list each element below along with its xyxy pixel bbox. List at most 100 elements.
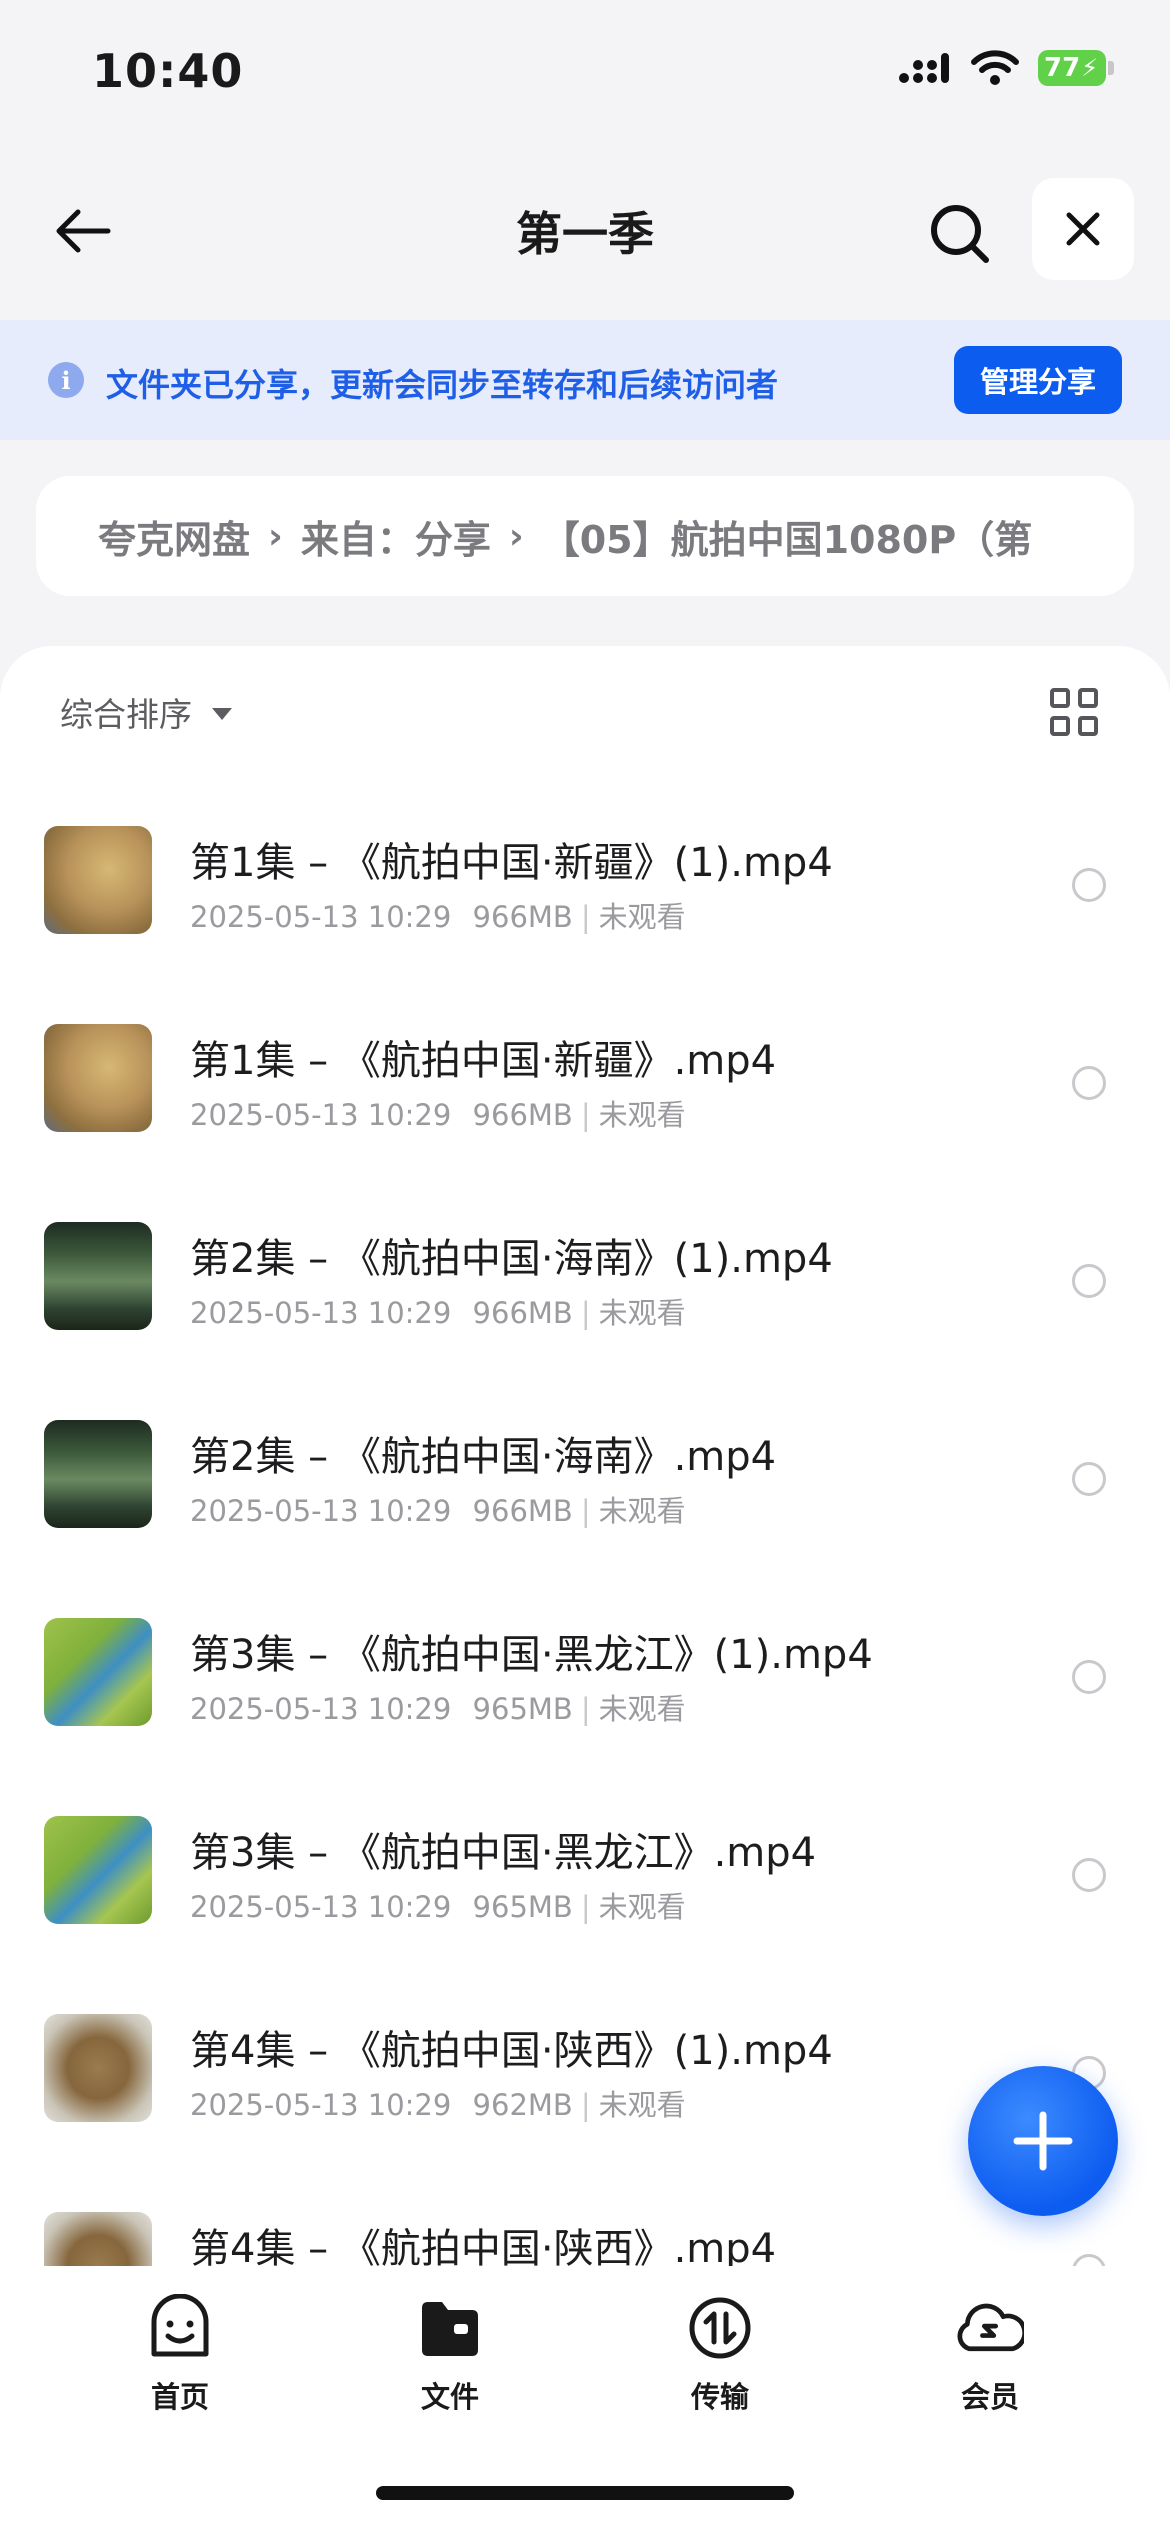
select-checkbox[interactable]	[1072, 1660, 1106, 1694]
battery-level: 77 ⚡	[1038, 50, 1106, 86]
file-row[interactable]: 第1集 – 《航拍中国·新疆》(1).mp4 2025-05-13 10:29 …	[0, 786, 1170, 984]
file-meta: 2025-05-13 10:29 966MB | 未观看	[190, 1092, 686, 1134]
file-row[interactable]: 第1集 – 《航拍中国·新疆》.mp4 2025-05-13 10:29 966…	[0, 984, 1170, 1182]
file-size: 966MB	[472, 1494, 573, 1528]
video-thumbnail	[44, 2212, 152, 2266]
grid-view-button[interactable]	[1050, 688, 1098, 736]
meta-divider: |	[580, 1098, 591, 1132]
tab-member[interactable]: 会员	[890, 2294, 1090, 2414]
meta-divider: |	[580, 1692, 591, 1726]
tab-files[interactable]: 文件	[350, 2294, 550, 2414]
file-meta: 2025-05-13 10:29 966MB | 未观看	[190, 1488, 686, 1530]
grid-view-icon	[1050, 688, 1070, 708]
select-checkbox[interactable]	[1072, 1066, 1106, 1100]
meta-divider: |	[580, 2088, 591, 2122]
chevron-right-icon: ›	[268, 515, 283, 557]
file-date: 2025-05-13 10:29	[190, 1692, 452, 1726]
tab-transfer-label: 传输	[690, 2380, 749, 2414]
share-banner: i 文件夹已分享，更新会同步至转存和后续访问者 管理分享	[0, 320, 1170, 440]
tab-transfer[interactable]: 传输	[620, 2294, 820, 2414]
breadcrumb-item-shared[interactable]: 来自：分享	[301, 509, 491, 564]
file-size: 965MB	[472, 1890, 573, 1924]
cloud-member-icon	[956, 2294, 1024, 2362]
watch-status: 未观看	[598, 1692, 686, 1726]
breadcrumb-item-folder[interactable]: 【05】航拍中国1080P（第	[542, 509, 1033, 564]
watch-status: 未观看	[598, 900, 686, 934]
info-icon: i	[48, 362, 84, 398]
cellular-signal-icon	[899, 53, 949, 83]
file-name: 第3集 – 《航拍中国·黑龙江》.mp4	[190, 1830, 817, 1876]
tab-home-label: 首页	[150, 2380, 209, 2414]
file-row[interactable]: 第3集 – 《航拍中国·黑龙江》(1).mp4 2025-05-13 10:29…	[0, 1578, 1170, 1776]
video-thumbnail	[44, 1024, 152, 1132]
file-date: 2025-05-13 10:29	[190, 1494, 452, 1528]
file-date: 2025-05-13 10:29	[190, 2088, 452, 2122]
select-checkbox[interactable]	[1072, 868, 1106, 902]
tab-files-label: 文件	[420, 2380, 479, 2414]
add-button[interactable]	[968, 2066, 1118, 2216]
file-name: 第2集 – 《航拍中国·海南》.mp4	[190, 1434, 777, 1480]
meta-divider: |	[580, 900, 591, 934]
video-thumbnail	[44, 1222, 152, 1330]
close-icon	[1066, 212, 1100, 246]
tab-member-label: 会员	[960, 2380, 1019, 2414]
video-thumbnail	[44, 826, 152, 934]
meta-divider: |	[580, 1296, 591, 1330]
search-button[interactable]	[920, 194, 1000, 274]
file-meta: 2025-05-13 10:29 966MB | 未观看	[190, 894, 686, 936]
video-thumbnail	[44, 1816, 152, 1924]
select-checkbox[interactable]	[1072, 1264, 1106, 1298]
home-indicator	[376, 2486, 794, 2500]
file-list: 第1集 – 《航拍中国·新疆》(1).mp4 2025-05-13 10:29 …	[0, 786, 1170, 2266]
close-button[interactable]	[1032, 178, 1134, 280]
file-row[interactable]: 第2集 – 《航拍中国·海南》.mp4 2025-05-13 10:29 966…	[0, 1380, 1170, 1578]
share-banner-text: 文件夹已分享，更新会同步至转存和后续访问者	[106, 366, 779, 404]
file-date: 2025-05-13 10:29	[190, 1296, 452, 1330]
video-thumbnail	[44, 2014, 152, 2122]
file-date: 2025-05-13 10:29	[190, 1098, 452, 1132]
file-size: 965MB	[472, 1692, 573, 1726]
smile-face-icon	[146, 2294, 214, 2362]
breadcrumb-item-root[interactable]: 夸克网盘	[98, 509, 250, 564]
battery-indicator: 77 ⚡	[1038, 50, 1114, 86]
status-icons: 77 ⚡	[898, 50, 1114, 86]
manage-share-button[interactable]: 管理分享	[954, 346, 1122, 414]
select-checkbox[interactable]	[1072, 1462, 1106, 1496]
watch-status: 未观看	[598, 1890, 686, 1924]
caret-down-icon	[212, 708, 232, 720]
file-row[interactable]: 第2集 – 《航拍中国·海南》(1).mp4 2025-05-13 10:29 …	[0, 1182, 1170, 1380]
status-time: 10:40	[92, 44, 244, 98]
screen: 10:40 77 ⚡ 第一季 i 文件夹已分享，更新会同步至转存和后续访问者 管…	[0, 0, 1170, 2532]
watch-status: 未观看	[598, 1494, 686, 1528]
breadcrumb-fade	[1044, 476, 1134, 596]
file-size: 966MB	[472, 1098, 573, 1132]
transfer-icon	[686, 2294, 754, 2362]
select-checkbox[interactable]	[1072, 2254, 1106, 2266]
battery-percent: 77	[1044, 53, 1081, 83]
battery-cap	[1108, 61, 1114, 75]
file-meta: 2025-05-13 10:29 966MB | 未观看	[190, 1290, 686, 1332]
file-meta: 2025-05-13 10:29 965MB | 未观看	[190, 1686, 686, 1728]
meta-divider: |	[580, 1494, 591, 1528]
meta-divider: |	[580, 1890, 591, 1924]
file-name: 第1集 – 《航拍中国·新疆》.mp4	[190, 1038, 777, 1084]
file-size: 966MB	[472, 900, 573, 934]
tab-home[interactable]: 首页	[80, 2294, 280, 2414]
watch-status: 未观看	[598, 2088, 686, 2122]
video-thumbnail	[44, 1618, 152, 1726]
file-row[interactable]: 第3集 – 《航拍中国·黑龙江》.mp4 2025-05-13 10:29 96…	[0, 1776, 1170, 1974]
file-date: 2025-05-13 10:29	[190, 900, 452, 934]
file-meta: 2025-05-13 10:29 965MB | 未观看	[190, 1884, 686, 1926]
file-meta: 2025-05-13 10:29 962MB | 未观看	[190, 2082, 686, 2124]
file-size: 962MB	[472, 2088, 573, 2122]
video-thumbnail	[44, 1420, 152, 1528]
watch-status: 未观看	[598, 1098, 686, 1132]
watch-status: 未观看	[598, 1296, 686, 1330]
select-checkbox[interactable]	[1072, 1858, 1106, 1892]
file-name: 第4集 – 《航拍中国·陕西》.mp4	[190, 2226, 777, 2266]
sort-dropdown[interactable]: 综合排序	[60, 688, 232, 736]
folder-icon	[416, 2294, 484, 2362]
breadcrumb: 夸克网盘 › 来自：分享 › 【05】航拍中国1080P（第	[36, 476, 1134, 596]
sort-label: 综合排序	[60, 695, 192, 734]
search-icon	[931, 205, 989, 263]
